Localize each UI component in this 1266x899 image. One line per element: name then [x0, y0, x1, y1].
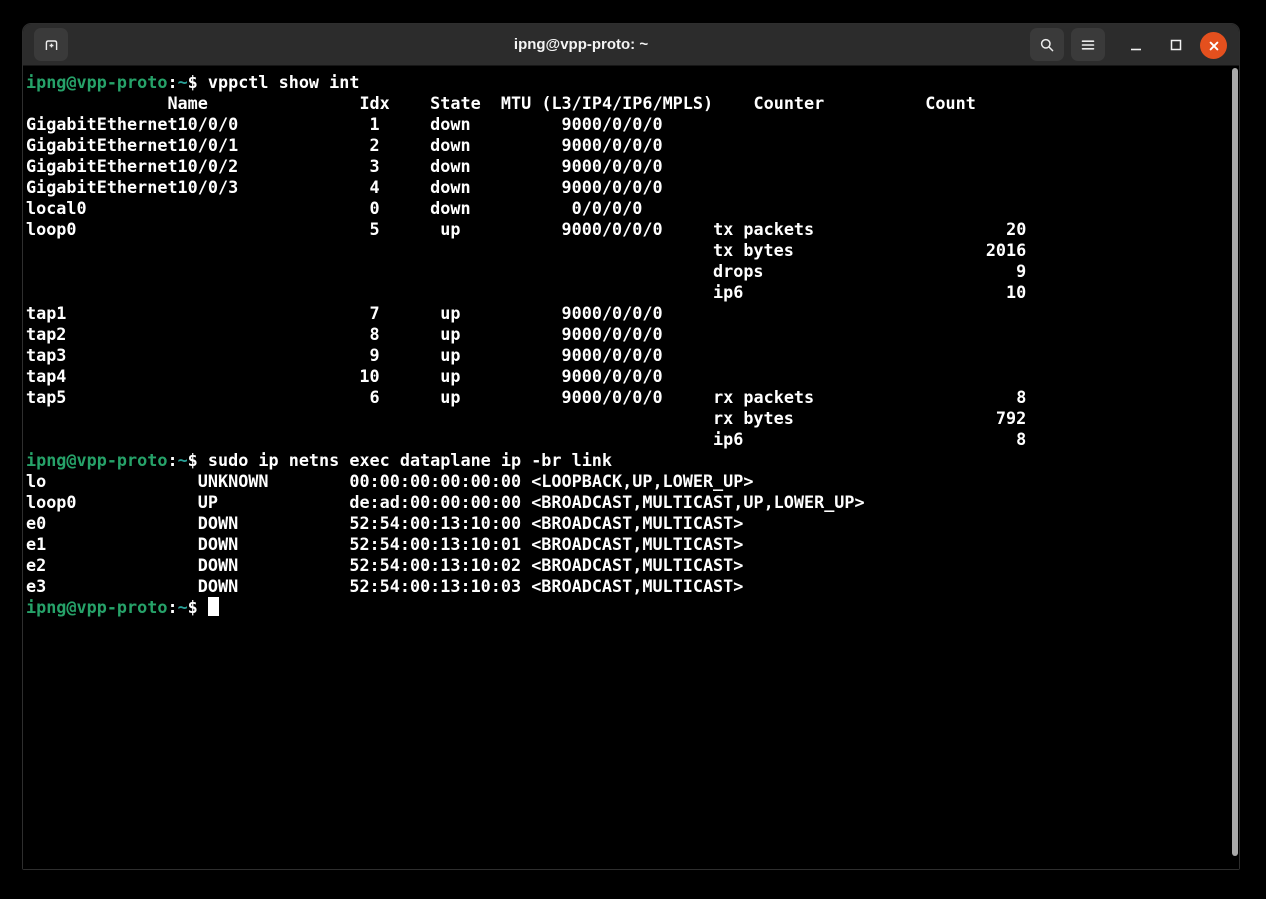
terminal-line: tap3 9 up 9000/0/0/0 — [26, 345, 1236, 366]
terminal-window: ipng@vpp-proto: ~ — [22, 23, 1240, 870]
terminal-line: loop0 5 up 9000/0/0/0 tx packets 20 — [26, 219, 1236, 240]
terminal-line: ipng@vpp-proto:~$ sudo ip netns exec dat… — [26, 450, 1236, 471]
terminal-output: ipng@vpp-proto:~$ vppctl show int Name I… — [26, 72, 1236, 618]
terminal-line: tap4 10 up 9000/0/0/0 — [26, 366, 1236, 387]
window-title: ipng@vpp-proto: ~ — [143, 24, 1019, 65]
terminal-line: tap2 8 up 9000/0/0/0 — [26, 324, 1236, 345]
terminal-cursor — [208, 597, 219, 616]
terminal-line: e0 DOWN 52:54:00:13:10:00 <BROADCAST,MUL… — [26, 513, 1236, 534]
new-tab-button[interactable] — [34, 28, 68, 61]
terminal-line: rx bytes 792 — [26, 408, 1236, 429]
titlebar[interactable]: ipng@vpp-proto: ~ — [23, 24, 1239, 66]
terminal-line: tap1 7 up 9000/0/0/0 — [26, 303, 1236, 324]
minimize-button[interactable] — [1125, 34, 1147, 56]
hamburger-menu-icon — [1080, 37, 1096, 53]
terminal-line: GigabitEthernet10/0/0 1 down 9000/0/0/0 — [26, 114, 1236, 135]
terminal-line: GigabitEthernet10/0/3 4 down 9000/0/0/0 — [26, 177, 1236, 198]
maximize-button[interactable] — [1165, 34, 1187, 56]
search-button[interactable] — [1030, 28, 1064, 61]
terminal-line: ipng@vpp-proto:~$ — [26, 597, 1236, 618]
terminal-line: drops 9 — [26, 261, 1236, 282]
terminal-line: e2 DOWN 52:54:00:13:10:02 <BROADCAST,MUL… — [26, 555, 1236, 576]
terminal-line: GigabitEthernet10/0/1 2 down 9000/0/0/0 — [26, 135, 1236, 156]
terminal-line: ipng@vpp-proto:~$ vppctl show int — [26, 72, 1236, 93]
terminal-line: local0 0 down 0/0/0/0 — [26, 198, 1236, 219]
menu-button[interactable] — [1071, 28, 1105, 61]
terminal-line: Name Idx State MTU (L3/IP4/IP6/MPLS) Cou… — [26, 93, 1236, 114]
maximize-icon — [1168, 37, 1184, 53]
scrollbar-thumb[interactable] — [1232, 68, 1238, 856]
desktop: { "window": { "title": "ipng@vpp-proto: … — [0, 0, 1266, 899]
new-tab-icon — [43, 36, 60, 53]
terminal-line: ip6 10 — [26, 282, 1236, 303]
terminal-line: e1 DOWN 52:54:00:13:10:01 <BROADCAST,MUL… — [26, 534, 1236, 555]
close-button[interactable] — [1200, 32, 1227, 59]
terminal-screen[interactable]: ipng@vpp-proto:~$ vppctl show int Name I… — [23, 66, 1239, 869]
terminal-line: loop0 UP de:ad:00:00:00:00 <BROADCAST,MU… — [26, 492, 1236, 513]
search-icon — [1039, 37, 1055, 53]
close-icon — [1206, 38, 1222, 54]
terminal-line: ip6 8 — [26, 429, 1236, 450]
minimize-icon — [1128, 37, 1144, 53]
terminal-line: GigabitEthernet10/0/2 3 down 9000/0/0/0 — [26, 156, 1236, 177]
terminal-line: tx bytes 2016 — [26, 240, 1236, 261]
terminal-line: lo UNKNOWN 00:00:00:00:00:00 <LOOPBACK,U… — [26, 471, 1236, 492]
terminal-line: e3 DOWN 52:54:00:13:10:03 <BROADCAST,MUL… — [26, 576, 1236, 597]
terminal-line: tap5 6 up 9000/0/0/0 rx packets 8 — [26, 387, 1236, 408]
